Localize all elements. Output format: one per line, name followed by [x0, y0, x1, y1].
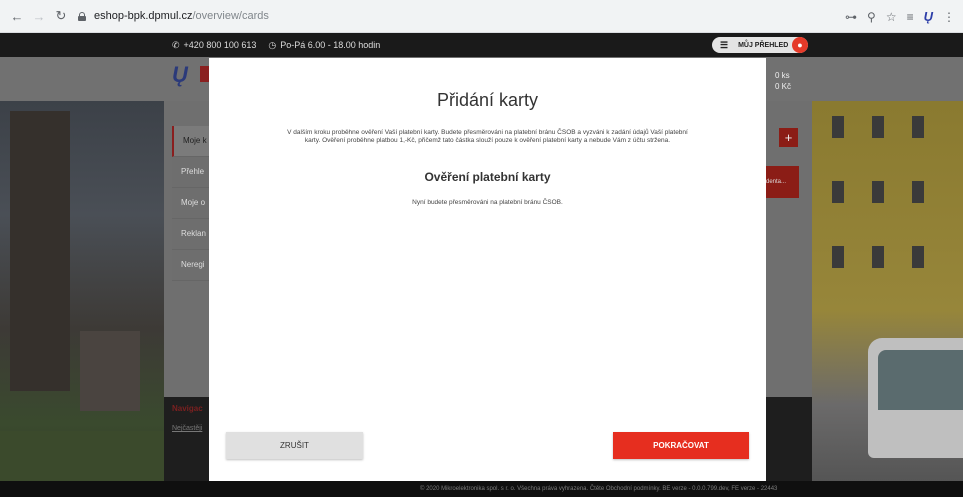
menu-item-unregistered[interactable]: Neregi	[172, 250, 212, 281]
footer-nav-heading: Navigac	[172, 404, 203, 413]
key-icon[interactable]: ⊶	[845, 10, 857, 24]
browser-toolbar: ← → ↻ eshop-bpk.dpmul.cz/overview/cards …	[0, 0, 963, 33]
arrow-left-icon[interactable]: ←	[6, 5, 28, 27]
modal-title: Přidání karty	[436, 90, 539, 110]
add-card-button[interactable]: +	[779, 128, 798, 147]
url-host: eshop-bpk.dpmul.cz	[94, 10, 193, 22]
cart-price: 0 Kč	[775, 82, 792, 91]
cart-count: 0 ks	[775, 71, 790, 80]
add-card-modal: Přidání karty V dalším kroku proběhne ov…	[209, 58, 766, 481]
site-logo[interactable]: Ų	[172, 62, 188, 88]
background-photo-left	[0, 101, 164, 481]
modal-subtitle: Ověření platební karty	[424, 170, 551, 184]
star-icon[interactable]: ☆	[886, 10, 897, 24]
address-bar[interactable]: eshop-bpk.dpmul.cz/overview/cards	[78, 10, 269, 22]
footer-faq-link[interactable]: Nejčastěji	[172, 425, 202, 432]
bus-window	[878, 350, 963, 410]
menu-item-my-cards[interactable]: Moje k	[172, 126, 212, 157]
playlist-icon[interactable]: ≡	[907, 10, 914, 24]
contact-info: ✆ +420 800 100 613 ◷ Po-Pá 6.00 - 18.00 ho…	[172, 33, 380, 57]
cart-summary[interactable]: 0 ks 0 Kč	[775, 70, 791, 92]
clock-icon: ◷	[268, 39, 277, 50]
browser-actions: ⊶ ⚲ ☆ ≡ Ų ⋮	[845, 0, 955, 33]
site-topbar: ✆ +420 800 100 613 ◷ Po-Pá 6.00 - 18.00 ho…	[0, 33, 963, 57]
zoom-icon[interactable]: ⚲	[867, 10, 876, 24]
hours-text: Po-Pá 6.00 - 18.00 hodin	[280, 40, 381, 50]
user-icon[interactable]: ●	[792, 37, 808, 53]
menu-item-my-orders[interactable]: Moje o	[172, 188, 212, 219]
menu-item-overview[interactable]: Přehle	[172, 157, 212, 188]
lock-icon	[78, 11, 86, 21]
cancel-button[interactable]: ZRUŠIT	[226, 432, 363, 459]
my-overview-button[interactable]: ☰ MŮJ PŘEHLED ●	[712, 37, 808, 53]
modal-redirect-text: Nyní budete přesměrováni na platební brá…	[412, 199, 563, 206]
arrow-right-icon[interactable]: →	[28, 5, 50, 27]
list-icon: ☰	[720, 39, 729, 50]
phone-number: +420 800 100 613	[183, 40, 257, 50]
continue-button[interactable]: POKRAČOVAT	[613, 432, 749, 459]
extension-logo-icon[interactable]: Ų	[924, 9, 933, 24]
copyright-bar: © 2020 Mikroelektronika spol. s r. o. Vš…	[0, 481, 963, 497]
modal-intro-text: V dalším kroku proběhne ověření Vaší pla…	[287, 129, 688, 144]
phone-icon: ✆	[172, 39, 180, 50]
menu-dots-icon[interactable]: ⋮	[943, 10, 955, 24]
opening-hours: ◷ Po-Pá 6.00 - 18.00 hodin	[268, 40, 380, 51]
phone-contact[interactable]: ✆ +420 800 100 613	[172, 40, 256, 51]
reload-icon[interactable]: ↻	[50, 5, 72, 27]
account-menu: Moje k Přehle Moje o Reklan Neregi	[172, 126, 212, 281]
menu-item-complaints[interactable]: Reklan	[172, 219, 212, 250]
my-overview-label: MŮJ PŘEHLED	[738, 41, 789, 49]
student-button[interactable]: denta...	[763, 166, 799, 198]
url-path: /overview/cards	[192, 10, 269, 22]
